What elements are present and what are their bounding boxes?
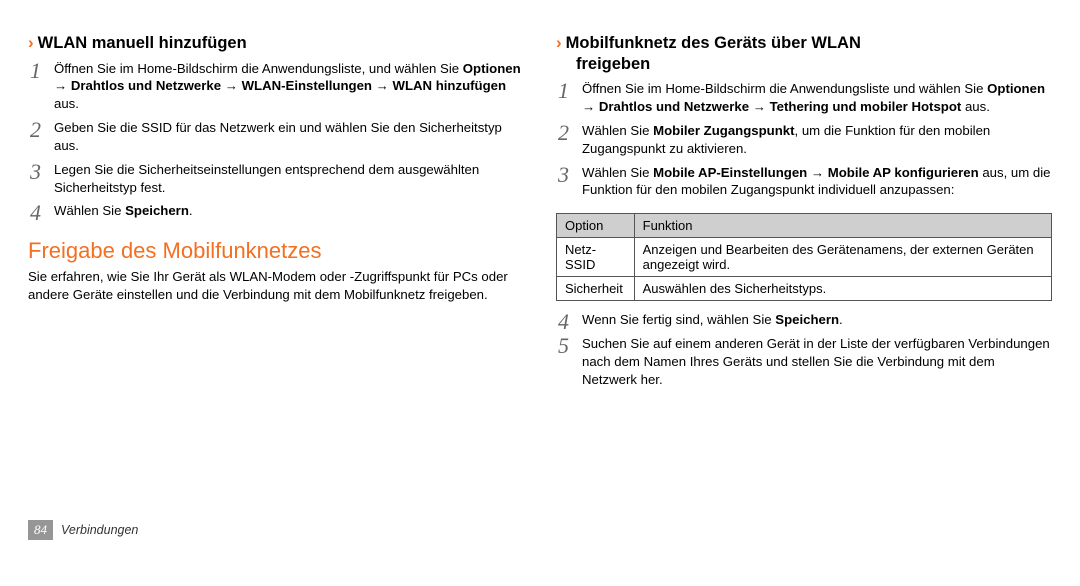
options-table: Option Funktion Netz-SSID Anzeigen und B… <box>556 213 1052 301</box>
right-column: ›Mobilfunknetz des Geräts über WLAN frei… <box>556 32 1052 510</box>
rstep-5: Suchen Sie auf einem anderen Gerät in de… <box>556 335 1052 388</box>
step-4: Wählen Sie Speichern. <box>28 202 524 220</box>
section-heading: Freigabe des Mobilfunknetzes <box>28 238 524 264</box>
footer-section: Verbindungen <box>61 523 138 537</box>
left-steps: Öffnen Sie im Home-Bildschirm die Anwend… <box>28 60 524 221</box>
right-subheading-line2: freigeben <box>556 54 1052 75</box>
section-intro: Sie erfahren, wie Sie Ihr Gerät als WLAN… <box>28 268 524 304</box>
right-subheading-line1: Mobilfunknetz des Geräts über WLAN <box>566 34 861 52</box>
page-footer: 84 Verbindungen <box>0 520 1080 540</box>
step-1: Öffnen Sie im Home-Bildschirm die Anwend… <box>28 60 524 113</box>
left-subheading-text: WLAN manuell hinzufügen <box>38 34 247 52</box>
right-steps: Öffnen Sie im Home-Bildschirm die Anwend… <box>556 80 1052 199</box>
page-number: 84 <box>28 520 53 540</box>
rstep-2: Wählen Sie Mobiler Zugangspunkt, um die … <box>556 122 1052 158</box>
rstep-4: Wenn Sie fertig sind, wählen Sie Speiche… <box>556 311 1052 329</box>
right-subheading: ›Mobilfunknetz des Geräts über WLAN frei… <box>556 32 1052 74</box>
step-3: Legen Sie die Sicherheitseinstellungen e… <box>28 161 524 197</box>
table-row: Sicherheit Auswählen des Sicherheitstyps… <box>557 277 1052 301</box>
rstep-1: Öffnen Sie im Home-Bildschirm die Anwend… <box>556 80 1052 116</box>
left-column: ›WLAN manuell hinzufügen Öffnen Sie im H… <box>28 32 524 510</box>
right-steps-after: Wenn Sie fertig sind, wählen Sie Speiche… <box>556 311 1052 388</box>
step-2: Geben Sie die SSID für das Netzwerk ein … <box>28 119 524 155</box>
th-function: Funktion <box>634 214 1051 238</box>
left-subheading: ›WLAN manuell hinzufügen <box>28 32 524 54</box>
chevron-icon: › <box>556 33 562 52</box>
chevron-icon: › <box>28 33 34 52</box>
th-option: Option <box>557 214 635 238</box>
table-row: Netz-SSID Anzeigen und Bearbeiten des Ge… <box>557 238 1052 277</box>
rstep-3: Wählen Sie Mobile AP-Einstellungen → Mob… <box>556 164 1052 200</box>
